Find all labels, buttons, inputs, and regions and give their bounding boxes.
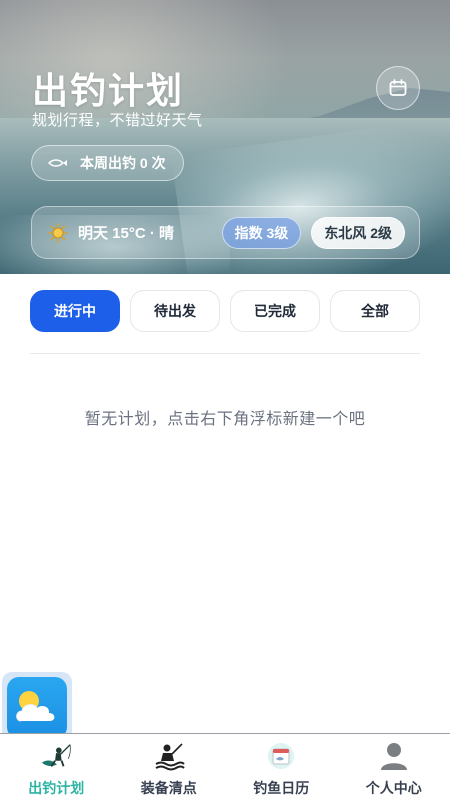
nav-label-profile: 个人中心 bbox=[365, 780, 422, 796]
page-subtitle: 规划行程，不错过好天气 bbox=[32, 112, 203, 129]
nav-item-calendar[interactable]: 钓鱼日历 bbox=[225, 734, 338, 800]
angler-icon bbox=[42, 744, 71, 767]
fishing-gear-icon bbox=[155, 743, 185, 771]
hero-banner: 出钓计划 规划行程，不错过好天气 本周出钓 0 次 明天 15°C · 晴 指数… bbox=[0, 0, 450, 274]
nav-item-profile[interactable]: 个人中心 bbox=[338, 734, 450, 800]
calendar-button[interactable] bbox=[376, 66, 420, 110]
bottom-navigation: 出钓计划 装备清点 钓鱼日历 个人中心 bbox=[0, 733, 450, 800]
user-icon bbox=[380, 743, 407, 770]
nav-item-plans[interactable]: 出钓计划 bbox=[0, 734, 113, 800]
nav-label-calendar: 钓鱼日历 bbox=[253, 780, 310, 796]
weekly-trip-count-label: 本周出钓 0 次 bbox=[80, 155, 166, 171]
fish-icon bbox=[48, 159, 67, 167]
tab-completed[interactable]: 已完成 bbox=[230, 290, 320, 332]
status-filter-tabs: 进行中 待出发 已完成 全部 bbox=[30, 290, 420, 332]
fishing-index-badge: 指数 3级 bbox=[221, 216, 302, 249]
tab-all[interactable]: 全部 bbox=[330, 290, 420, 332]
empty-state-message: 暂无计划，点击右下角浮标新建一个吧 bbox=[84, 411, 366, 428]
nav-label-gear: 装备清点 bbox=[140, 780, 197, 796]
sun-icon bbox=[48, 222, 68, 243]
tab-pending[interactable]: 待出发 bbox=[130, 290, 220, 332]
nav-item-gear[interactable]: 装备清点 bbox=[113, 734, 226, 800]
weather-cloud-icon bbox=[16, 691, 55, 722]
divider bbox=[30, 353, 420, 354]
tab-in-progress[interactable]: 进行中 bbox=[30, 290, 120, 332]
weather-card[interactable]: 明天 15°C · 晴 指数 3级 东北风 2级 bbox=[31, 206, 420, 259]
wind-badge: 东北风 2级 bbox=[311, 216, 405, 249]
calendar-icon bbox=[389, 79, 407, 96]
page-title: 出钓计划 bbox=[32, 70, 185, 111]
calendar-fish-icon bbox=[268, 743, 295, 769]
nav-label-plans: 出钓计划 bbox=[28, 780, 85, 796]
weekly-trip-count: 本周出钓 0 次 bbox=[31, 145, 184, 181]
weather-summary: 明天 15°C · 晴 bbox=[78, 225, 175, 242]
